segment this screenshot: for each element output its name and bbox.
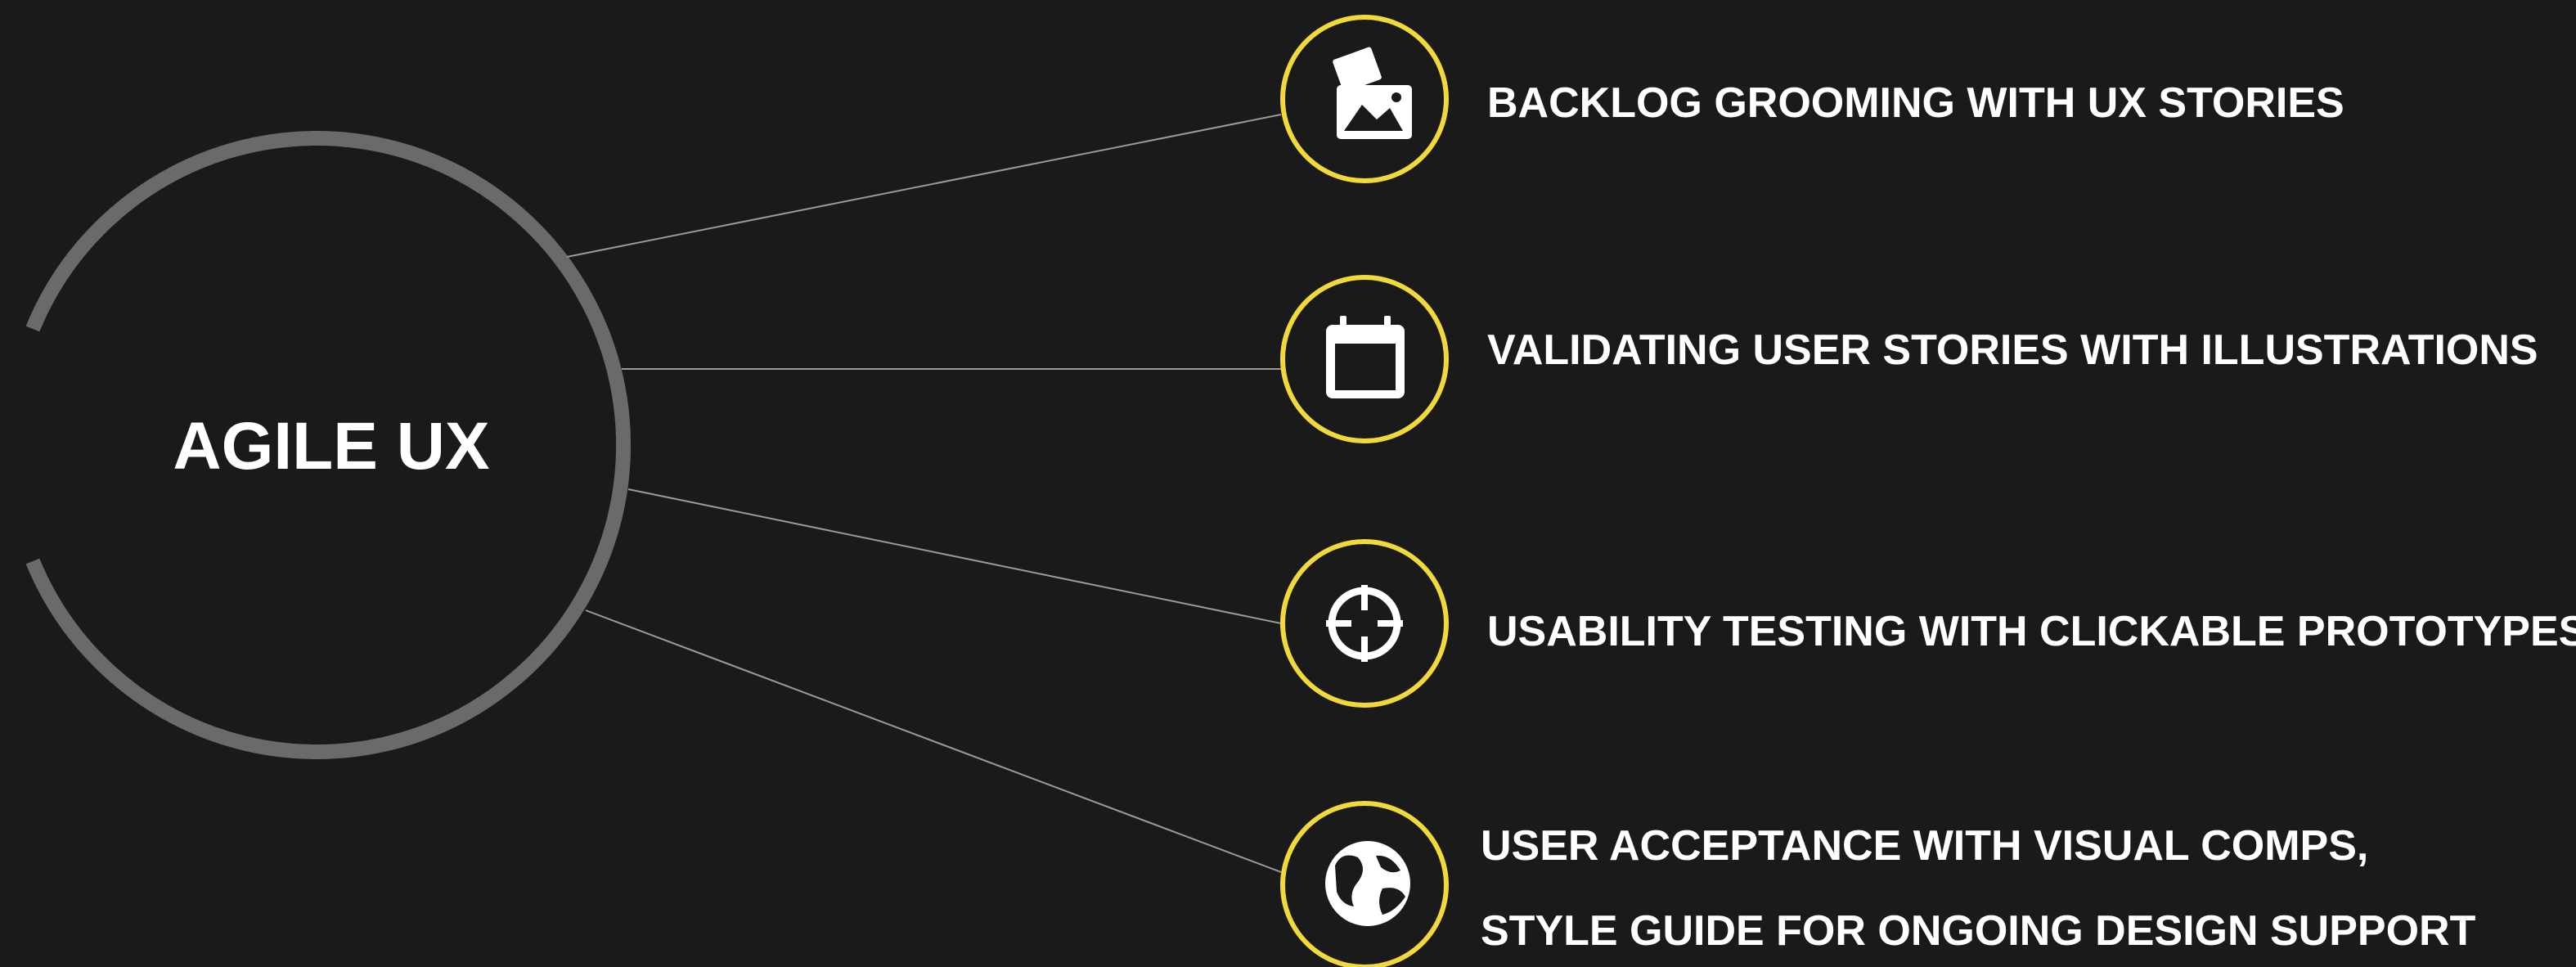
node-validating-stories (1280, 275, 1449, 443)
item-label-validating-stories: VALIDATING USER STORIES WITH ILLUSTRATIO… (1487, 326, 2538, 374)
center-title: AGILE UX (173, 409, 490, 484)
item-label-backlog-grooming: BACKLOG GROOMING WITH UX STORIES (1487, 79, 2344, 127)
item-label-user-acceptance-line2: STYLE GUIDE FOR ONGOING DESIGN SUPPORT (1481, 907, 2476, 955)
connector-line-1 (566, 114, 1282, 258)
node-usability-testing (1280, 539, 1449, 708)
connector-line-4 (585, 609, 1282, 873)
node-user-acceptance (1280, 801, 1449, 967)
item-label-usability-testing: USABILITY TESTING WITH CLICKABLE PROTOTY… (1487, 608, 2576, 655)
node-backlog-grooming (1280, 15, 1449, 183)
globe-icon (1325, 841, 1410, 926)
calendar-icon (1326, 316, 1405, 398)
item-label-user-acceptance-line1: USER ACCEPTANCE WITH VISUAL COMPS, (1481, 822, 2369, 870)
connector-line-3 (627, 488, 1282, 624)
node-ring (1280, 539, 1449, 708)
